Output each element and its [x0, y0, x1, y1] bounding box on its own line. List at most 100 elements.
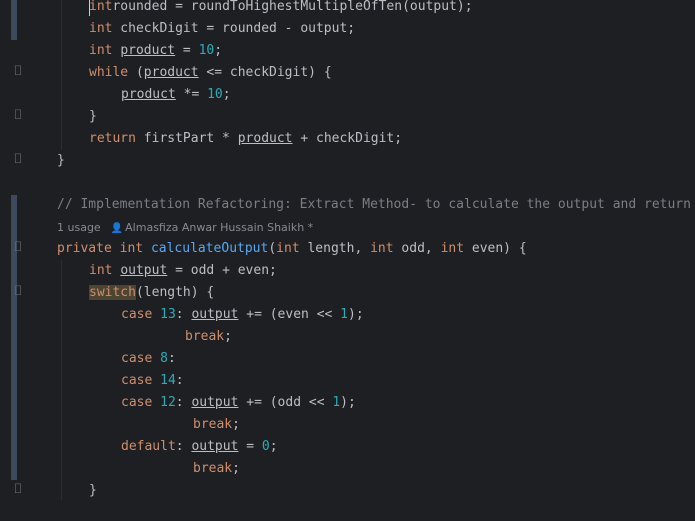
code-editor[interactable]: introunded = roundToHighestMultipleOfTen…: [30, 0, 695, 521]
code-token: + checkDigit;: [292, 131, 403, 146]
code-token: odd,: [393, 241, 441, 256]
code-line[interactable]: return firstPart * product + checkDigit;: [30, 128, 695, 150]
code-token: return: [89, 131, 136, 146]
code-token: ;: [232, 417, 240, 432]
code-token: 1: [332, 395, 341, 410]
code-token: (: [268, 241, 277, 256]
code-token: 1: [340, 307, 348, 322]
code-token: 10: [198, 43, 215, 58]
editor-gutter: ⎕ ⎕ ⎕ ⎕ ⎕ ⎕: [0, 0, 30, 521]
code-line[interactable]: case 12: output += (odd << 1);: [30, 392, 695, 414]
code-token: <= checkDigit) {: [198, 65, 332, 80]
code-token: product: [237, 131, 293, 146]
fold-icon[interactable]: ⎕: [13, 287, 23, 297]
code-token: 0: [261, 439, 270, 454]
code-line[interactable]: case 14:: [30, 370, 695, 392]
code-token: ;: [232, 461, 240, 476]
code-token: ;: [224, 329, 232, 344]
code-token: // Implementation Refactoring: Extract M…: [57, 197, 691, 212]
code-token: roundToHighestMultipleOfTen(output);: [190, 0, 473, 14]
code-token: calculateOutput: [150, 241, 269, 256]
code-token: }: [89, 109, 97, 124]
code-token: output: [191, 307, 239, 322]
code-token: = odd + even;: [167, 263, 277, 278]
code-token: length,: [299, 241, 371, 256]
code-token: 10: [207, 87, 223, 102]
code-token: output: [191, 439, 239, 454]
code-line[interactable]: product *= 10;: [30, 84, 695, 106]
code-token: += (even <<: [238, 307, 341, 322]
code-token: 14: [160, 373, 176, 388]
code-token: :: [167, 351, 176, 366]
code-token: int: [276, 241, 300, 256]
code-line[interactable]: // Implementation Refactoring: Extract M…: [30, 194, 695, 216]
code-line[interactable]: case 13: output += (even << 1);: [30, 304, 695, 326]
code-token: product: [120, 43, 176, 58]
code-token: 13: [160, 307, 176, 322]
fold-icon[interactable]: ⎕: [13, 111, 23, 121]
code-line[interactable]: break;: [30, 326, 695, 348]
code-token: =: [175, 43, 199, 58]
code-token: case: [121, 307, 153, 322]
change-marker[interactable]: [11, 195, 17, 480]
code-token: break: [185, 329, 225, 344]
code-token: ;: [222, 87, 231, 102]
change-marker[interactable]: [11, 0, 17, 40]
fold-icon[interactable]: ⎕: [13, 155, 23, 165]
code-token: firstPart *: [135, 131, 238, 146]
code-token: 8: [160, 351, 168, 366]
code-token: int: [440, 241, 465, 256]
author-label[interactable]: Almasfiza Anwar Hussain Shaikh *: [125, 221, 313, 234]
code-line[interactable]: int product = 10;: [30, 40, 695, 62]
code-vision-hint[interactable]: 1 usage 👤 Almasfiza Anwar Hussain Shaikh *: [57, 218, 313, 238]
code-token: output: [191, 395, 239, 410]
code-token: product: [121, 87, 176, 102]
code-token: case: [121, 395, 153, 410]
code-token: int: [370, 241, 394, 256]
code-line[interactable]: private int calculateOutput(int length, …: [30, 238, 695, 260]
text-caret: [89, 0, 90, 16]
usages-link[interactable]: 1 usage: [57, 221, 101, 234]
code-line[interactable]: introunded = roundToHighestMultipleOfTen…: [30, 0, 695, 18]
code-token: += (odd <<: [238, 395, 333, 410]
code-line[interactable]: int output = odd + even;: [30, 260, 695, 282]
code-line[interactable]: int checkDigit = rounded - output;: [30, 18, 695, 40]
code-line[interactable]: default: output = 0;: [30, 436, 695, 458]
code-token: int: [119, 241, 144, 256]
code-token: (: [128, 65, 144, 80]
code-token: while: [89, 65, 129, 80]
code-token: case: [121, 373, 153, 388]
code-token: break: [193, 461, 233, 476]
fold-icon[interactable]: ⎕: [13, 243, 23, 253]
fold-icon[interactable]: ⎕: [13, 67, 23, 77]
code-token: private: [57, 241, 112, 256]
code-token: int: [89, 21, 113, 36]
code-token: );: [348, 307, 364, 322]
code-line[interactable]: break;: [30, 458, 695, 480]
code-token: product: [143, 65, 199, 80]
code-line[interactable]: case 8:: [30, 348, 695, 370]
code-token: :: [175, 307, 192, 322]
person-icon: 👤: [110, 223, 124, 234]
code-token: :: [175, 373, 184, 388]
code-line[interactable]: }: [30, 106, 695, 128]
code-token: );: [340, 395, 356, 410]
code-token: int: [89, 43, 113, 58]
code-line[interactable]: while (product <= checkDigit) {: [30, 62, 695, 84]
code-line[interactable]: }: [30, 480, 695, 502]
code-token: default: [121, 439, 176, 454]
code-token: switch: [89, 285, 136, 300]
code-token: }: [57, 153, 65, 168]
code-line[interactable]: }: [30, 150, 695, 172]
fold-icon[interactable]: ⎕: [13, 485, 23, 495]
code-line[interactable]: switch(length) {: [30, 282, 695, 304]
code-token: even) {: [464, 241, 527, 256]
code-token: checkDigit = rounded - output;: [112, 21, 356, 36]
code-token: output: [120, 263, 168, 278]
code-line[interactable]: break;: [30, 414, 695, 436]
